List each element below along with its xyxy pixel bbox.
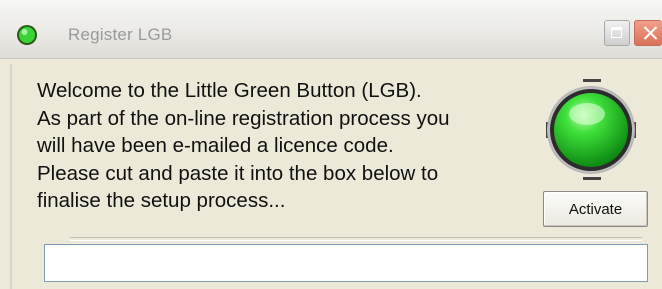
message-line: will have been e-mailed a licence code. xyxy=(37,134,394,157)
message-line: Welcome to the Little Green Button (LGB)… xyxy=(37,79,422,102)
register-window: Register LGB Welcome to the Little Green… xyxy=(0,0,662,289)
message-line: As part of the on-line registration proc… xyxy=(37,106,450,130)
title-bar[interactable]: Register LGB xyxy=(0,0,662,59)
window-frame-edge xyxy=(10,64,12,289)
welcome-message: Welcome to the Little Green Button (LGB)… xyxy=(37,77,537,215)
maximize-icon[interactable] xyxy=(604,20,630,46)
activate-button[interactable]: Activate xyxy=(543,191,648,227)
green-button-icon xyxy=(545,78,637,182)
licence-code-input[interactable] xyxy=(44,244,648,282)
message-line: finalise the setup process... xyxy=(37,189,286,212)
green-led-icon xyxy=(16,24,38,46)
close-icon[interactable] xyxy=(634,20,662,46)
message-line: Please cut and paste it into the box bel… xyxy=(37,161,439,185)
window-title: Register LGB xyxy=(68,25,173,44)
divider xyxy=(70,237,642,241)
